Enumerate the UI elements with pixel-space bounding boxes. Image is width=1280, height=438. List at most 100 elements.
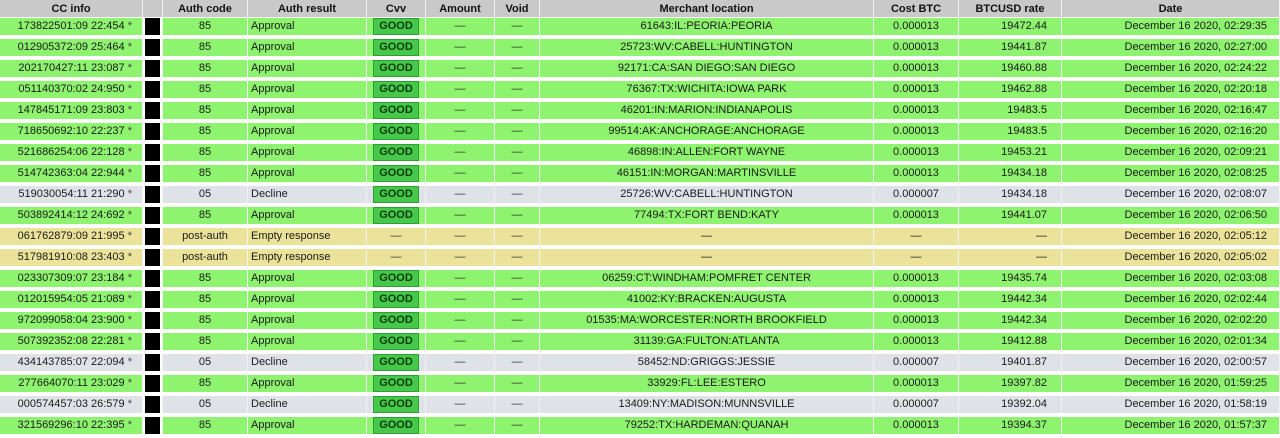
auth-result-cell: Approval — [248, 165, 367, 186]
amount-cell: — — [426, 102, 495, 123]
star-marker: * — [127, 104, 132, 116]
table-row[interactable]: 147845171:09 23:803 * 85 Approval GOOD —… — [0, 102, 1280, 123]
cvv-good-badge: GOOD — [373, 102, 419, 119]
amount-cell: — — [426, 270, 495, 291]
cc-info-cell[interactable]: 434143785:07 22:094 * — [0, 354, 143, 375]
redacted-cell — [143, 186, 163, 207]
auth-code-cell: 85 — [163, 312, 248, 333]
table-row[interactable]: 514742363:04 22:944 * 85 Approval GOOD —… — [0, 165, 1280, 186]
merchant-location-cell: 01535:MA:WORCESTER:NORTH BROOKFIELD — [540, 312, 874, 333]
cvv-cell: GOOD — [367, 207, 426, 228]
cc-info-cell[interactable]: 321569296:10 22:395 * — [0, 417, 143, 438]
cc-info-text: 202170427:11 23:087 — [18, 62, 125, 74]
cc-info-cell[interactable]: 012905372:09 25:464 * — [0, 39, 143, 60]
table-row[interactable]: 202170427:11 23:087 * 85 Approval GOOD —… — [0, 60, 1280, 81]
col-cc-info[interactable]: CC info — [0, 0, 143, 18]
cc-info-cell[interactable]: 972099058:04 23:900 * — [0, 312, 143, 333]
cc-info-cell[interactable]: 507392352:08 22:281 * — [0, 333, 143, 354]
table-row[interactable]: 718650692:10 22:237 * 85 Approval GOOD —… — [0, 123, 1280, 144]
void-cell: — — [495, 123, 540, 144]
star-marker: * — [127, 377, 132, 389]
cc-info-cell[interactable]: 023307309:07 23:184 * — [0, 270, 143, 291]
table-row[interactable]: 517981910:08 23:403 * post-auth Empty re… — [0, 249, 1280, 270]
redacted-cell — [143, 144, 163, 165]
merchant-location-cell: 58452:ND:GRIGGS:JESSIE — [540, 354, 874, 375]
btcusd-rate-cell: 19460.88 — [959, 60, 1062, 81]
col-auth-result[interactable]: Auth result — [248, 0, 367, 18]
void-cell: — — [495, 18, 540, 39]
table-row[interactable]: 051140370:02 24:950 * 85 Approval GOOD —… — [0, 81, 1280, 102]
btcusd-rate-cell: 19483.5 — [959, 123, 1062, 144]
col-merchant-location[interactable]: Merchant location — [540, 0, 874, 18]
btcusd-rate-cell: 19434.18 — [959, 165, 1062, 186]
star-marker: * — [127, 20, 132, 32]
redacted-block — [145, 39, 160, 56]
cost-btc-cell: 0.000013 — [874, 417, 959, 438]
table-row[interactable]: 519030054:11 21:290 * 05 Decline GOOD — … — [0, 186, 1280, 207]
cc-info-cell[interactable]: 051140370:02 24:950 * — [0, 81, 143, 102]
table-row[interactable]: 012015954:05 21:089 * 85 Approval GOOD —… — [0, 291, 1280, 312]
col-auth-code[interactable]: Auth code — [163, 0, 248, 18]
amount-cell: — — [426, 333, 495, 354]
cc-info-cell[interactable]: 521686254:06 22:128 * — [0, 144, 143, 165]
cvv-good-badge: GOOD — [373, 270, 419, 287]
col-date[interactable]: Date — [1062, 0, 1280, 18]
amount-cell: — — [426, 144, 495, 165]
redacted-cell — [143, 228, 163, 249]
col-void[interactable]: Void — [495, 0, 540, 18]
table-row[interactable]: 173822501:09 22:454 * 85 Approval GOOD —… — [0, 18, 1280, 39]
auth-result-cell: Decline — [248, 396, 367, 417]
col-cvv[interactable]: Cvv — [367, 0, 426, 18]
cc-info-cell[interactable]: 202170427:11 23:087 * — [0, 60, 143, 81]
cc-info-cell[interactable]: 061762879:09 21:995 * — [0, 228, 143, 249]
table-row[interactable]: 277664070:11 23:029 * 85 Approval GOOD —… — [0, 375, 1280, 396]
table-row[interactable]: 507392352:08 22:281 * 85 Approval GOOD —… — [0, 333, 1280, 354]
cc-info-cell[interactable]: 173822501:09 22:454 * — [0, 18, 143, 39]
btcusd-rate-cell: 19441.07 — [959, 207, 1062, 228]
auth-code-cell: 85 — [163, 207, 248, 228]
cc-info-cell[interactable]: 514742363:04 22:944 * — [0, 165, 143, 186]
cc-info-text: 503892414:12 24:692 — [17, 209, 125, 221]
col-cost-btc[interactable]: Cost BTC — [874, 0, 959, 18]
cvv-good-badge: GOOD — [373, 207, 419, 224]
cc-info-text: 521686254:06 22:128 — [17, 146, 125, 158]
cc-info-cell[interactable]: 012015954:05 21:089 * — [0, 291, 143, 312]
cc-info-cell[interactable]: 503892414:12 24:692 * — [0, 207, 143, 228]
col-btcusd-rate[interactable]: BTCUSD rate — [959, 0, 1062, 18]
table-row[interactable]: 000574457:03 26:579 * 05 Decline GOOD — … — [0, 396, 1280, 417]
void-cell: — — [495, 396, 540, 417]
cvv-good-badge: GOOD — [373, 186, 419, 203]
table-row[interactable]: 521686254:06 22:128 * 85 Approval GOOD —… — [0, 144, 1280, 165]
redacted-cell — [143, 81, 163, 102]
void-cell: — — [495, 354, 540, 375]
table-row[interactable]: 023307309:07 23:184 * 85 Approval GOOD —… — [0, 270, 1280, 291]
merchant-location-cell: 33929:FL:LEE:ESTERO — [540, 375, 874, 396]
void-cell: — — [495, 207, 540, 228]
star-marker: * — [127, 188, 132, 200]
table-row[interactable]: 061762879:09 21:995 * post-auth Empty re… — [0, 228, 1280, 249]
cc-info-cell[interactable]: 517981910:08 23:403 * — [0, 249, 143, 270]
redacted-block — [145, 60, 160, 77]
cc-info-cell[interactable]: 519030054:11 21:290 * — [0, 186, 143, 207]
cc-info-cell[interactable]: 000574457:03 26:579 * — [0, 396, 143, 417]
cvv-value: — — [390, 230, 402, 242]
star-marker: * — [127, 314, 132, 326]
star-marker: * — [127, 272, 132, 284]
cc-info-cell[interactable]: 147845171:09 23:803 * — [0, 102, 143, 123]
auth-result-cell: Approval — [248, 417, 367, 438]
table-row[interactable]: 321569296:10 22:395 * 85 Approval GOOD —… — [0, 417, 1280, 438]
redacted-cell — [143, 102, 163, 123]
redacted-block — [145, 270, 160, 287]
btcusd-rate-cell: — — [959, 249, 1062, 270]
void-cell: — — [495, 60, 540, 81]
table-row[interactable]: 503892414:12 24:692 * 85 Approval GOOD —… — [0, 207, 1280, 228]
auth-result-cell: Approval — [248, 270, 367, 291]
table-row[interactable]: 434143785:07 22:094 * 05 Decline GOOD — … — [0, 354, 1280, 375]
table-row[interactable]: 972099058:04 23:900 * 85 Approval GOOD —… — [0, 312, 1280, 333]
cc-info-cell[interactable]: 277664070:11 23:029 * — [0, 375, 143, 396]
amount-cell: — — [426, 312, 495, 333]
cc-info-cell[interactable]: 718650692:10 22:237 * — [0, 123, 143, 144]
col-amount[interactable]: Amount — [426, 0, 495, 18]
btcusd-rate-cell: 19483.5 — [959, 102, 1062, 123]
table-row[interactable]: 012905372:09 25:464 * 85 Approval GOOD —… — [0, 39, 1280, 60]
